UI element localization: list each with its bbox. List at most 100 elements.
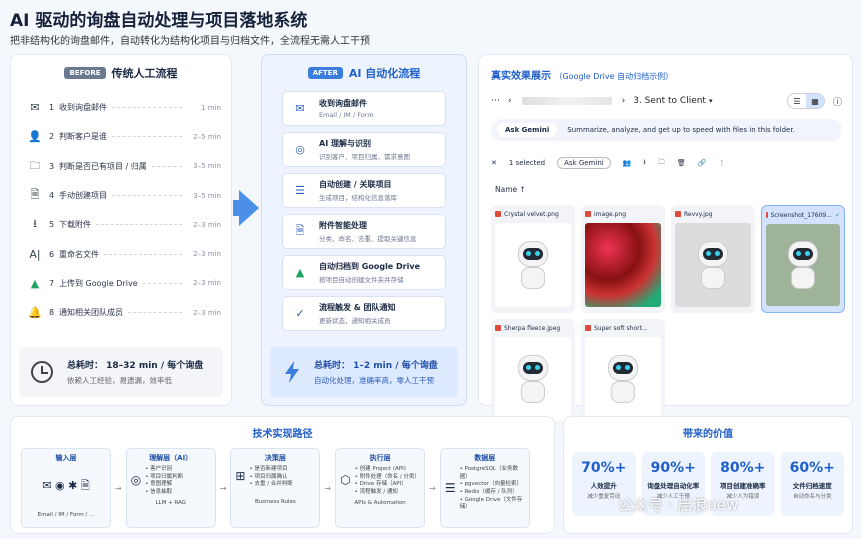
file-card[interactable]: Revvy.jpg xyxy=(671,205,755,313)
drive-demo-panel: 真实效果展示 （Google Drive 自动归档示例） ⋯ › › 3. Se… xyxy=(478,54,853,427)
before-step: ⭳ 5 下载附件 2–3 min xyxy=(27,210,221,239)
user-icon: 👤 xyxy=(28,130,42,144)
robot-thumbnail xyxy=(513,237,553,293)
gemini-hint: Summarize, analyze, and get up to speed … xyxy=(567,126,795,134)
layer-input: 输入层 ✉ ◉ ✱ 🗎 Email / IM / Form / ... xyxy=(21,448,111,528)
brain-icon: ◎ xyxy=(295,143,305,156)
after-title: AI 自动化流程 xyxy=(348,67,421,80)
after-step: ✓ 流程触发 & 团队通知 更新状态，通知相关成员 xyxy=(282,296,446,331)
after-step: ☰ 自动创建 / 关联项目 生成项目，结构化信息落库 xyxy=(282,173,446,208)
before-step: ✉ 1 收到询盘邮件 1 min xyxy=(27,93,221,122)
clock-icon xyxy=(31,361,53,383)
download-icon: ⭳ xyxy=(33,217,37,231)
check-icon: ✓ xyxy=(834,211,840,219)
grid-view-icon[interactable]: ▦ xyxy=(805,94,824,108)
arrow-icon: → xyxy=(324,483,332,493)
database-icon: ☰ xyxy=(295,184,305,197)
file-card[interactable]: Crystal velvet.png xyxy=(491,205,575,313)
share-icon[interactable]: 👥 xyxy=(623,159,632,167)
dropdown-icon[interactable]: ▾ xyxy=(709,97,713,105)
mail-icon: ✉ xyxy=(295,102,305,115)
value-title: 带来的价值 xyxy=(683,429,733,440)
robot-thumbnail xyxy=(513,351,553,407)
image-file-icon xyxy=(495,211,501,217)
database-icon: ☰ xyxy=(444,480,456,495)
after-step: ◎ AI 理解与识别 识别客户、项目归属、需求意图 xyxy=(282,132,446,167)
before-summary: 总耗时： 18–32 min / 每个询盘 依赖人工经验，易遗漏，效率低 xyxy=(19,347,223,397)
before-step: 👤 2 判断客户是谁 2–5 min xyxy=(28,130,221,144)
ask-gemini-button[interactable]: Ask Gemini xyxy=(497,123,558,137)
watermark: 公众号 · 启浪new xyxy=(618,496,739,514)
image-file-icon xyxy=(585,211,591,217)
before-step: ▲ 7 上传到 Google Drive 2–3 min xyxy=(27,269,221,298)
more-icon[interactable]: ⋯ xyxy=(491,96,500,106)
file-card[interactable]: Super soft short... xyxy=(581,319,665,427)
layer-understanding: 理解层（AI） ◎ • 客户识别 • 项目归属判断 • 意图理解 • 信息抽取 LLM + … xyxy=(125,448,216,528)
arrow-icon: → xyxy=(115,483,122,493)
robot-thumbnail xyxy=(783,237,823,293)
rename-icon: A| xyxy=(29,247,41,261)
ask-gemini-small-button[interactable]: Ask Gemini xyxy=(557,157,611,169)
lightning-icon xyxy=(285,361,299,383)
after-tag: AFTER xyxy=(307,67,343,79)
check-circle-icon: ✓ xyxy=(295,307,305,320)
list-view-icon[interactable]: ☰ xyxy=(788,94,806,108)
bell-icon: 🔔 xyxy=(28,306,42,320)
after-summary-note: 自动化处理，准确率高，零人工干预 xyxy=(314,376,434,385)
tech-title: 技术实现路径 xyxy=(252,429,313,440)
brain-icon: ◎ xyxy=(130,472,142,487)
before-panel: BEFORE 传统人工流程 ✉ 1 收到询盘邮件 1 min 👤 2 判断客户是谁 2–5 … xyxy=(10,54,232,406)
file-card[interactable]: Sherpa fleece.jpeg xyxy=(491,319,575,427)
blurred-folder-name[interactable] xyxy=(521,97,612,105)
after-summary-title: 总耗时： 1–2 min / 每个询盘 xyxy=(314,361,438,371)
close-icon[interactable]: ✕ xyxy=(491,159,497,167)
folder-icon: 🗀 xyxy=(29,158,41,172)
layer-decision: 决策层 ⊞ • 是否新建项目 • 项目归属确认 • 去重 / 合并判断 Business … xyxy=(230,448,321,528)
robot-thumbnail xyxy=(603,351,643,407)
info-icon[interactable]: ⓘ xyxy=(833,95,842,108)
trash-icon[interactable]: 🗑 xyxy=(677,159,686,167)
arrow-icon: → xyxy=(219,483,227,493)
file-card[interactable]: image.png xyxy=(581,205,665,313)
before-step: A| 6 重命名文件 2–3 min xyxy=(27,239,221,268)
chevron-right-icon: › xyxy=(508,96,512,106)
after-step: 🗎 附件智能处理 分类、命名、去重、提取关键信息 xyxy=(282,214,446,249)
image-file-icon xyxy=(766,212,768,218)
robot-thumbnail xyxy=(693,237,733,293)
selection-toolbar: ✕ 1 selected Ask Gemini 👥 ⭳ 🗀 🗑 🔗 ⋮ xyxy=(491,153,842,173)
cube-icon: ⬡ xyxy=(340,472,351,487)
download-icon[interactable]: ⭳ xyxy=(643,158,645,169)
layer-data: 数据层 ☰ • PostgreSQL（业务数据） • pgvector（向量检索） • … xyxy=(439,448,530,528)
arrow-icon: → xyxy=(429,483,436,493)
chevron-right-icon: › xyxy=(621,96,626,106)
google-drive-icon: ▲ xyxy=(295,266,305,279)
google-drive-icon: ▲ xyxy=(30,276,40,290)
after-panel: AFTER AI 自动化流程 ✉ 收到询盘邮件 Email / IM / Form … xyxy=(261,54,467,406)
hierarchy-icon: ⊞ xyxy=(235,469,246,484)
name-column-header[interactable]: Name ↑ xyxy=(495,185,526,194)
flow-arrow-icon xyxy=(239,190,259,226)
link-icon[interactable]: 🔗 xyxy=(698,159,707,167)
more-vert-icon[interactable]: ⋮ xyxy=(718,159,725,167)
after-summary: 总耗时： 1–2 min / 每个询盘 自动化处理，准确率高，零人工干预 xyxy=(270,347,458,397)
value-metric: 60%+ 文件归档速度 自动命名与分类 xyxy=(780,452,844,516)
mail-icon: ✉ xyxy=(30,101,40,115)
breadcrumb: ⋯ › › 3. Sent to Client ▾ ☰ ▦ ⓘ xyxy=(491,93,842,109)
tech-layers: 输入层 ✉ ◉ ✱ 🗎 Email / IM / Form / ... → 理解层（… xyxy=(21,448,544,528)
before-step: 🔔 8 通知相关团队成员 2–3 min xyxy=(28,306,221,320)
breadcrumb-current-folder[interactable]: 3. Sent to Client xyxy=(633,96,706,106)
file-card-selected[interactable]: Screenshot_17609... ✓ xyxy=(761,205,845,313)
tech-path-panel: 技术实现路径 输入层 ✉ ◉ ✱ 🗎 Email / IM / Form / ...… xyxy=(10,416,555,534)
after-step: ▲ 自动归档到 Google Drive 按项目自动创建文件夹并存储 xyxy=(282,255,446,290)
gemini-bar: Ask Gemini Summarize, analyze, and get u… xyxy=(491,119,842,141)
before-summary-note: 依赖人工经验，易遗漏，效率低 xyxy=(67,376,172,385)
page-title: AI 驱动的询盘自动处理与项目落地系统 xyxy=(10,11,308,31)
before-summary-title: 总耗时： 18–32 min / 每个询盘 xyxy=(67,361,204,371)
demo-title: 真实效果展示 （Google Drive 自动归档示例） xyxy=(491,71,674,82)
image-file-icon xyxy=(495,325,501,331)
after-steps: ✉ 收到询盘邮件 Email / IM / Form ◎ AI 理解与识别 识别客户、项… xyxy=(282,91,446,331)
selected-count: 1 selected xyxy=(508,159,546,167)
before-title: 传统人工流程 xyxy=(111,67,178,80)
view-toggle[interactable]: ☰ ▦ xyxy=(786,93,825,109)
move-icon[interactable]: 🗀 xyxy=(658,158,665,169)
